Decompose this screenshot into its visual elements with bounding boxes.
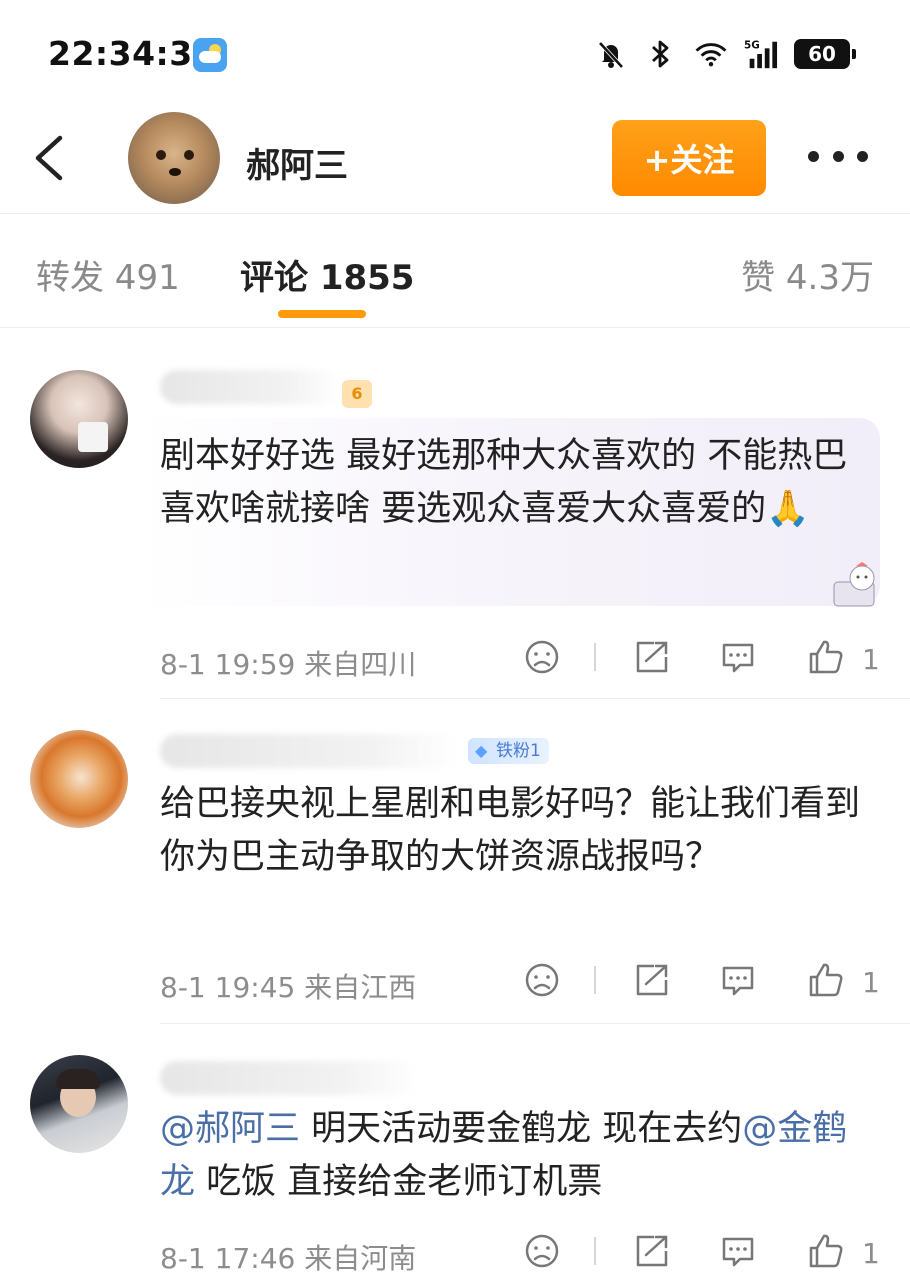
fan-badge: 铁粉1 xyxy=(468,738,549,764)
sad-face-icon xyxy=(525,1234,559,1268)
follow-button[interactable]: +关注 xyxy=(612,120,766,196)
separator xyxy=(594,1237,596,1265)
comment-item: 6 剧本好好选 最好选那种大众喜欢的 不能热巴喜欢啥就接啥 要选观众喜爱大众喜爱… xyxy=(0,340,910,700)
fan-level-badge: 6 xyxy=(342,380,372,408)
like-button[interactable] xyxy=(806,637,846,677)
reply-button[interactable] xyxy=(718,1231,758,1271)
dislike-button[interactable] xyxy=(522,1231,562,1271)
wifi-icon xyxy=(694,37,728,71)
back-button[interactable] xyxy=(30,130,70,186)
comment-icon xyxy=(722,1237,754,1267)
sad-face-icon xyxy=(525,963,559,997)
comment-text: @郝阿三 明天活动要金鹤龙 现在去约@金鹤龙 吃饭 直接给金老师订机票 xyxy=(160,1103,875,1209)
share-button[interactable] xyxy=(632,637,672,677)
tab-likes[interactable]: 赞 4.3万 xyxy=(741,250,874,299)
reply-button[interactable] xyxy=(718,960,758,1000)
share-icon xyxy=(636,641,668,673)
mute-icon xyxy=(594,37,628,71)
comment-divider xyxy=(160,698,910,699)
weather-icon xyxy=(193,38,227,72)
tab-bar: 转发 491 评论 1855 赞 4.3万 xyxy=(0,214,910,328)
comment-divider xyxy=(160,1023,910,1024)
battery-icon: 60 xyxy=(794,39,856,69)
like-count: 1 xyxy=(862,1237,880,1270)
commenter-avatar[interactable] xyxy=(30,730,128,828)
comment-icon xyxy=(722,643,754,673)
comment-text-part: 吃饭 直接给金老师订机票 xyxy=(195,1162,603,1202)
more-dot-icon xyxy=(808,150,819,162)
dislike-button[interactable] xyxy=(522,960,562,1000)
status-bar: 22:34:30 5G 60 xyxy=(0,0,910,100)
network-label: 5G xyxy=(744,39,760,51)
username[interactable]: 郝阿三 xyxy=(246,138,348,187)
thumbs-up-icon xyxy=(809,963,843,997)
comment-location: 来自河南 xyxy=(304,1242,417,1275)
share-button[interactable] xyxy=(632,1231,672,1271)
comment-time: 8-1 17:46 来自河南 xyxy=(160,1237,416,1277)
share-icon xyxy=(636,964,668,996)
comment-time: 8-1 19:45 来自江西 xyxy=(160,966,416,1006)
comment-text: 剧本好好选 最好选那种大众喜欢的 不能热巴喜欢啥就接啥 要选观众喜爱大众喜爱的🙏 xyxy=(160,436,848,529)
comment-timestamp: 8-1 19:45 xyxy=(160,971,296,1004)
sad-face-icon xyxy=(525,640,559,674)
comment-meta: 8-1 17:46 来自河南 1 xyxy=(0,1229,910,1279)
status-time: 22:34:30 xyxy=(48,34,217,73)
comment-location: 来自江西 xyxy=(304,971,417,1004)
active-tab-indicator xyxy=(278,310,366,318)
separator xyxy=(594,643,596,671)
comment-text: 给巴接央视上星剧和电影好吗？能让我们看到你为巴主动争取的大饼资源战报吗？ xyxy=(160,784,861,877)
bluetooth-icon xyxy=(644,37,678,71)
commenter-name-blurred[interactable] xyxy=(160,1061,420,1095)
avatar[interactable] xyxy=(128,112,220,204)
comment-meta: 8-1 19:45 来自江西 1 xyxy=(0,958,910,1008)
chevron-left-icon xyxy=(35,135,63,181)
comment-item: 铁粉1 给巴接央视上星剧和电影好吗？能让我们看到你为巴主动争取的大饼资源战报吗？… xyxy=(0,700,910,1025)
like-count: 1 xyxy=(862,966,880,999)
dislike-button[interactable] xyxy=(522,637,562,677)
like-button[interactable] xyxy=(806,960,846,1000)
like-button[interactable] xyxy=(806,1231,846,1271)
share-icon xyxy=(636,1235,668,1267)
comment-item: @郝阿三 明天活动要金鹤龙 现在去约@金鹤龙 吃饭 直接给金老师订机票 8-1 … xyxy=(0,1025,910,1280)
share-button[interactable] xyxy=(632,960,672,1000)
sticker-decoration-icon xyxy=(828,560,888,610)
tab-reposts[interactable]: 转发 491 xyxy=(36,250,180,299)
battery-level: 60 xyxy=(808,42,836,66)
comment-location: 来自四川 xyxy=(304,648,417,681)
mention-link[interactable]: @郝阿三 xyxy=(160,1109,300,1149)
cellular-signal-icon: 5G xyxy=(744,37,778,71)
comment-timestamp: 8-1 19:59 xyxy=(160,648,296,681)
comment-time: 8-1 19:59 来自四川 xyxy=(160,643,416,683)
commenter-avatar[interactable] xyxy=(30,370,128,468)
separator xyxy=(594,966,596,994)
profile-header: 郝阿三 +关注 xyxy=(0,100,910,214)
reply-button[interactable] xyxy=(718,637,758,677)
comment-meta: 8-1 19:59 来自四川 1 xyxy=(0,635,910,685)
comment-timestamp: 8-1 17:46 xyxy=(160,1242,296,1275)
like-count: 1 xyxy=(862,643,880,676)
commenter-name-blurred[interactable] xyxy=(160,734,460,768)
commenter-name-blurred[interactable] xyxy=(160,370,340,404)
status-icons: 5G 60 xyxy=(594,36,856,72)
commenter-avatar[interactable] xyxy=(30,1055,128,1153)
comment-text-part: 明天活动要金鹤龙 现在去约 xyxy=(300,1109,743,1149)
more-options-button[interactable] xyxy=(808,136,868,176)
thumbs-up-icon xyxy=(809,640,843,674)
tab-comments[interactable]: 评论 1855 xyxy=(240,250,414,299)
more-dot-icon xyxy=(832,150,844,162)
comment-icon xyxy=(722,966,754,996)
more-dot-icon xyxy=(857,150,868,162)
thumbs-up-icon xyxy=(809,1234,843,1268)
